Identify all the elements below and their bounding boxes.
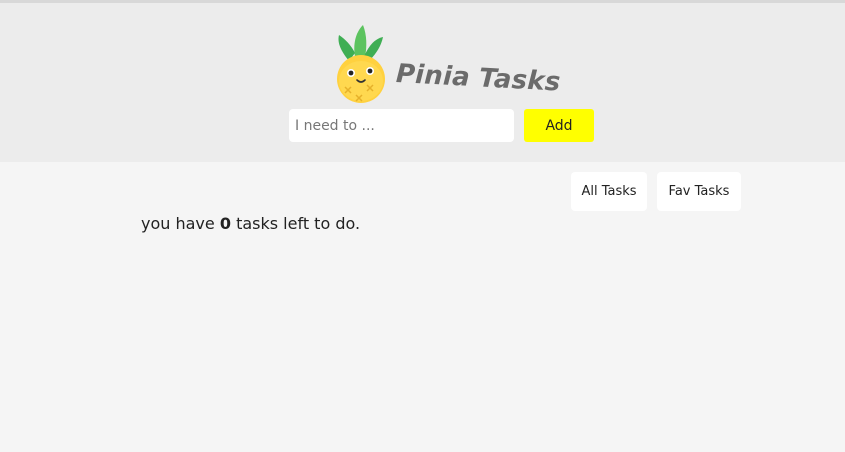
summary-prefix: you have bbox=[141, 214, 215, 233]
pinia-logo-icon bbox=[333, 23, 389, 103]
task-count: 0 bbox=[219, 214, 231, 233]
all-tasks-button[interactable]: All Tasks bbox=[571, 172, 647, 211]
fav-tasks-button[interactable]: Fav Tasks bbox=[657, 172, 741, 211]
new-task-input[interactable] bbox=[289, 109, 514, 142]
page-header: Pinia Tasks Add bbox=[0, 3, 845, 162]
summary-suffix: tasks left to do. bbox=[236, 214, 361, 233]
task-filter: All Tasks Fav Tasks bbox=[571, 172, 741, 211]
add-task-button[interactable]: Add bbox=[524, 109, 594, 142]
tasks-summary: you have 0 tasks left to do. bbox=[141, 214, 360, 233]
app-title: Pinia Tasks bbox=[395, 59, 562, 98]
